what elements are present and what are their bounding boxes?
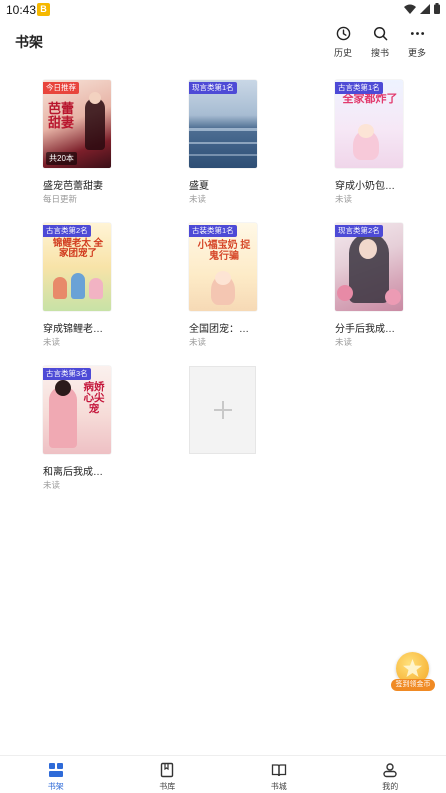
bookstore-icon bbox=[271, 764, 286, 777]
nav-profile[interactable]: 我的 bbox=[335, 756, 446, 793]
nav-bookshelf[interactable]: 书架 bbox=[0, 756, 112, 793]
book-title: 分手后我成… bbox=[335, 324, 395, 335]
book-status: 未读 bbox=[43, 480, 61, 490]
book-status: 每日更新 bbox=[43, 194, 78, 204]
book-cover: 芭蕾甜妻 今日推荐 共20本 bbox=[43, 80, 111, 168]
signal-icon bbox=[420, 3, 430, 14]
book-cover: 全家都炸了 古言类第1名 bbox=[335, 80, 403, 168]
nav-label: 书城 bbox=[270, 782, 287, 791]
book-count: 共20本 bbox=[46, 152, 77, 165]
book-status: 未读 bbox=[189, 337, 207, 347]
profile-icon bbox=[383, 763, 397, 778]
sign-in-label: 签到领金币 bbox=[391, 679, 435, 691]
book-status: 未读 bbox=[43, 337, 61, 347]
wifi-icon bbox=[404, 4, 416, 14]
nav-label: 书架 bbox=[47, 782, 64, 791]
cover-title: 芭蕾甜妻 bbox=[47, 101, 74, 130]
nav-label: 我的 bbox=[382, 782, 399, 791]
book-title: 全国团宠：… bbox=[189, 324, 249, 335]
book-cover: 病娇 心尖宠 古言类第3名 bbox=[43, 366, 111, 454]
book-tag: 今日推荐 bbox=[43, 82, 79, 94]
book-title: 盛宠芭蕾甜妻 bbox=[43, 181, 103, 192]
notification-icon: B bbox=[37, 3, 50, 16]
book-cover: 小福宝奶 捉鬼行骗 古装类第1名 bbox=[189, 223, 257, 311]
cover-title: 病娇 心尖宠 bbox=[83, 381, 105, 416]
clock-icon bbox=[336, 26, 350, 40]
search-label: 搜书 bbox=[370, 48, 389, 58]
search-icon bbox=[373, 26, 387, 40]
page-title: 书架 bbox=[15, 34, 43, 50]
more-label: 更多 bbox=[407, 48, 426, 58]
book-status: 未读 bbox=[189, 194, 207, 204]
book-cover: 现言类第2名 bbox=[335, 223, 403, 311]
more-button[interactable]: 更多 bbox=[397, 24, 437, 59]
book-tag: 古言类第1名 bbox=[335, 82, 383, 94]
bookshelf-icon bbox=[48, 763, 63, 777]
nav-library[interactable]: 书库 bbox=[112, 756, 224, 793]
history-button[interactable]: 历史 bbox=[323, 24, 363, 59]
book-title: 穿成小奶包… bbox=[335, 181, 395, 192]
battery-icon bbox=[434, 3, 440, 14]
cover-title: 小福宝奶 捉鬼行骗 bbox=[197, 240, 251, 262]
book-status: 未读 bbox=[335, 194, 353, 204]
cover-title: 锦鲤老太 全家团宠了 bbox=[52, 238, 104, 259]
bottom-nav: 书架 书库 书城 我的 bbox=[0, 755, 446, 793]
nav-bookstore[interactable]: 书城 bbox=[223, 756, 335, 793]
library-icon bbox=[161, 762, 174, 778]
nav-label: 书库 bbox=[159, 782, 176, 791]
sign-in-reward-badge[interactable]: 签到领金币 bbox=[391, 652, 435, 692]
plus-icon bbox=[213, 401, 232, 419]
add-book-button[interactable] bbox=[189, 366, 256, 454]
book-tag: 现言类第1名 bbox=[189, 82, 237, 94]
history-label: 历史 bbox=[333, 48, 352, 58]
book-tag: 古言类第2名 bbox=[43, 225, 91, 237]
header: 书架 历史 搜书 更多 bbox=[0, 20, 446, 68]
book-title: 盛夏 bbox=[189, 181, 209, 192]
book-tag: 古装类第1名 bbox=[189, 225, 237, 237]
status-time: 10:43 bbox=[6, 3, 37, 17]
book-status: 未读 bbox=[335, 337, 353, 347]
book-cover: 现言类第1名 bbox=[189, 80, 257, 168]
search-button[interactable]: 搜书 bbox=[360, 24, 400, 59]
book-tag: 现言类第2名 bbox=[335, 225, 383, 237]
more-icon bbox=[410, 31, 424, 35]
status-bar: 10:43 B bbox=[0, 0, 446, 20]
book-title: 穿成锦鲤老… bbox=[43, 324, 103, 335]
cover-title: 全家都炸了 bbox=[342, 93, 398, 105]
book-title: 和离后我成… bbox=[43, 467, 103, 478]
book-cover: 锦鲤老太 全家团宠了 古言类第2名 bbox=[43, 223, 111, 311]
status-indicators bbox=[404, 3, 440, 14]
book-tag: 古言类第3名 bbox=[43, 368, 91, 380]
